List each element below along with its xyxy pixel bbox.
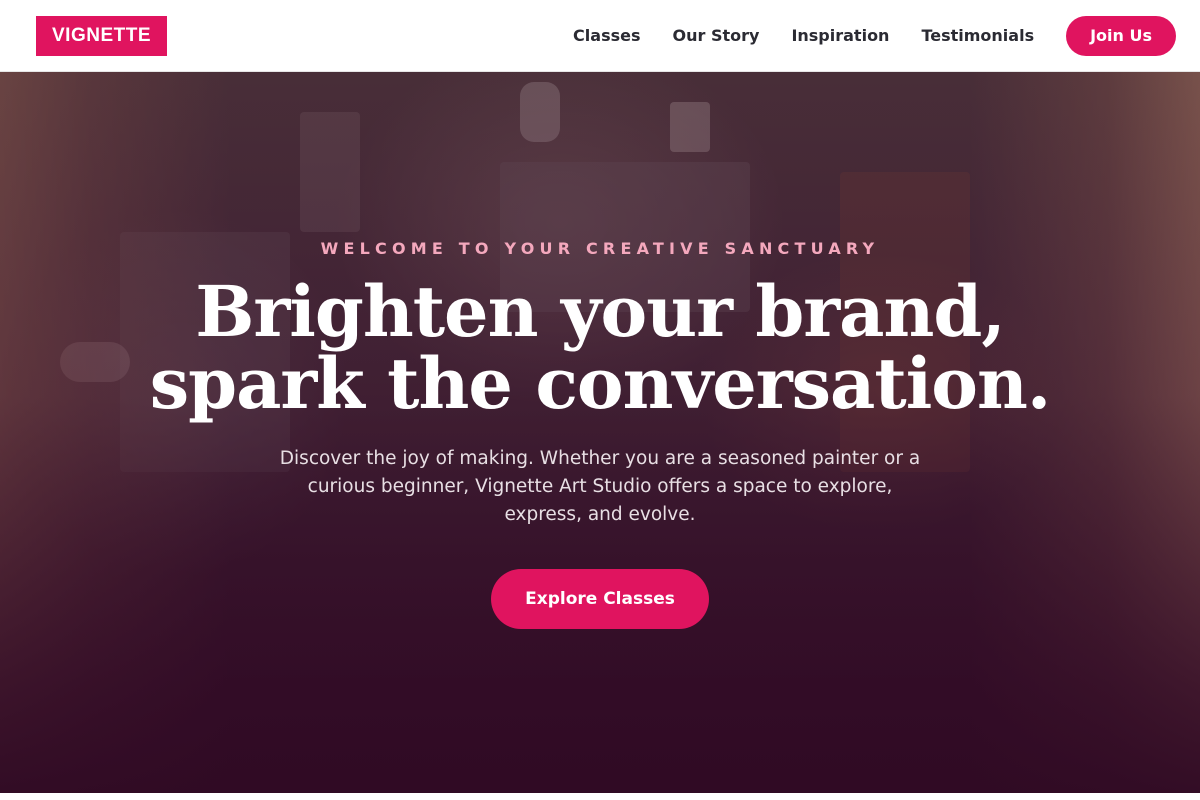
hero-headline-line-2: spark the conversation. [149,342,1052,425]
hero-section: WELCOME TO YOUR CREATIVE SANCTUARY Brigh… [0,72,1200,793]
nav-link-inspiration[interactable]: Inspiration [791,26,889,45]
nav-link-testimonials[interactable]: Testimonials [921,26,1034,45]
nav-link-our-story[interactable]: Our Story [673,26,760,45]
hero-headline-line-1: Brighten your brand, [195,270,1006,353]
hero-headline: Brighten your brand, spark the conversat… [0,276,1200,420]
hero-eyebrow: WELCOME TO YOUR CREATIVE SANCTUARY [320,239,880,258]
hero-description: Discover the joy of making. Whether you … [279,448,921,525]
site-header: VIGNETTE Classes Our Story Inspiration T… [0,0,1200,72]
main-nav: Classes Our Story Inspiration Testimonia… [573,15,1176,56]
nav-link-classes[interactable]: Classes [573,26,640,45]
brand-logo[interactable]: VIGNETTE [36,15,168,56]
explore-classes-button[interactable]: Explore Classes [491,569,709,629]
join-us-button[interactable]: Join Us [1066,15,1176,56]
hero-color-overlay [0,72,1200,793]
